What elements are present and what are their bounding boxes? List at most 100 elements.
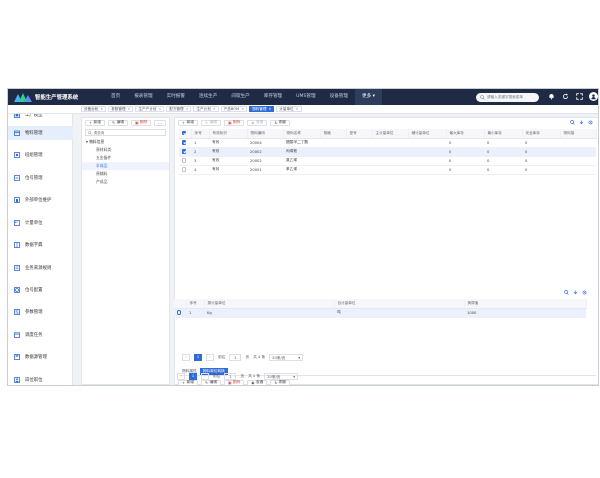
config-icon bbox=[14, 287, 20, 293]
download-icon[interactable] bbox=[579, 120, 584, 125]
tab-product-bom[interactable]: 产品BOM ✕ bbox=[220, 105, 248, 113]
tree-add-button[interactable]: + 新增 bbox=[85, 119, 105, 126]
tree-node[interactable]: 产成品 bbox=[82, 178, 169, 186]
add-material-button[interactable]: + 新增 bbox=[178, 119, 198, 126]
nav-equipment[interactable]: 设备管理 bbox=[323, 89, 355, 105]
tree-node[interactable]: 原辅料 bbox=[82, 170, 169, 178]
menu-search-input[interactable] bbox=[487, 95, 539, 99]
nav-reports[interactable]: 报表管理 bbox=[127, 89, 159, 105]
page-number[interactable]: 1 bbox=[189, 372, 197, 380]
materials-toolbar: + 新增 ✎ 编辑 ▣ 删除 ◉ 查看 ↻ 刷新 bbox=[175, 118, 598, 127]
edit-material-button[interactable]: ✎ 编辑 bbox=[200, 119, 221, 126]
sidebar-item-positions[interactable]: 岗位职位 bbox=[8, 373, 73, 385]
prev-page-button[interactable]: ‹ bbox=[177, 372, 185, 380]
tab-recipes[interactable]: 配方管理 ✕ bbox=[166, 105, 192, 113]
sidebar-item-external-units[interactable]: 外部单位维护 bbox=[8, 193, 73, 207]
sidebar-item-tags[interactable]: 位号管理 bbox=[8, 171, 73, 185]
tree-search-input[interactable] bbox=[93, 130, 164, 135]
settings-icon[interactable] bbox=[582, 290, 587, 295]
table-row[interactable]: 4 有效 20001 苯乙烯 0 0 0 bbox=[179, 165, 596, 175]
tree-node[interactable]: 半成品 bbox=[82, 162, 169, 170]
row-checkbox[interactable] bbox=[179, 147, 191, 157]
nav-more[interactable]: 更多 ▾ bbox=[354, 89, 382, 105]
tab-materials[interactable]: 物料管理 ✕ bbox=[249, 105, 275, 113]
row-spec bbox=[320, 165, 346, 175]
table-header-row: 序号 源计量单位 目计量单位 换算值 bbox=[174, 299, 587, 309]
row-code: 20004 bbox=[247, 138, 283, 148]
nav-continuous-production[interactable]: 连续生产 bbox=[192, 89, 224, 105]
download-icon[interactable] bbox=[573, 290, 578, 295]
tree-search[interactable] bbox=[85, 129, 166, 136]
settings-icon[interactable] bbox=[588, 120, 593, 125]
row-checkbox[interactable] bbox=[179, 165, 191, 175]
nav-alarms[interactable]: 实时报警 bbox=[160, 89, 192, 105]
row-checkbox[interactable] bbox=[179, 138, 191, 148]
close-icon[interactable]: ✕ bbox=[100, 107, 103, 111]
view-material-button[interactable]: ◉ 查看 bbox=[247, 119, 268, 126]
tree-edit-button[interactable]: ✎ 编辑 bbox=[107, 119, 128, 126]
sidebar-item-materials[interactable]: 物料管理 bbox=[8, 126, 73, 140]
tree-root[interactable]: ▾ 物料信息 bbox=[82, 138, 169, 146]
tab-units[interactable]: 计量单位 ✕ bbox=[276, 105, 302, 113]
sidebar-item-units[interactable]: 计量单位 bbox=[8, 216, 73, 230]
close-icon[interactable]: ✕ bbox=[158, 107, 161, 111]
sidebar-item-dictionary[interactable]: 数据字典 bbox=[8, 238, 73, 252]
close-icon[interactable]: ✕ bbox=[296, 107, 299, 111]
search-icon[interactable] bbox=[564, 290, 569, 295]
materials-table: 序号 有效标识 物料编码 物料名称 规格 型号 主计量单位 辅计量单位 最大库存… bbox=[179, 129, 597, 175]
row-safety-stock: 0 bbox=[522, 156, 560, 166]
sidebar-item-teams[interactable]: 班组管理 bbox=[8, 148, 73, 162]
tab-production-plan-a[interactable]: 生产产计划 ✕ bbox=[135, 105, 165, 113]
tab-production-plan[interactable]: 生产计划 ✕ bbox=[193, 105, 219, 113]
delete-material-button[interactable]: ▣ 删除 bbox=[223, 119, 245, 126]
row-status: 有效 bbox=[209, 156, 247, 166]
refresh-icon[interactable] bbox=[561, 92, 570, 101]
fullscreen-icon[interactable] bbox=[575, 92, 584, 101]
close-icon[interactable]: ✕ bbox=[128, 107, 131, 111]
sliders-icon bbox=[14, 309, 20, 315]
menu-search[interactable] bbox=[476, 92, 539, 102]
tab-parameters[interactable]: 参数管理 ✕ bbox=[108, 105, 134, 113]
database-icon bbox=[14, 354, 20, 360]
nav-inventory[interactable]: 库存管理 bbox=[257, 89, 289, 105]
edit-icon: ✎ bbox=[111, 120, 116, 125]
sidebar-item-label: 调度任务 bbox=[25, 333, 43, 338]
close-icon[interactable]: ✕ bbox=[186, 107, 189, 111]
nav-batch-production[interactable]: 间歇生产 bbox=[224, 89, 256, 105]
tree-delete-button[interactable]: ▣ 删除 bbox=[130, 119, 152, 126]
row-checkbox[interactable] bbox=[179, 156, 191, 166]
page-size-select[interactable]: 20条/页 ▾ bbox=[264, 372, 299, 380]
table-row[interactable]: 3 有效 20002 氯乙烯 0 0 0 bbox=[179, 156, 596, 166]
column-header: 最小库存 bbox=[484, 129, 523, 139]
close-icon[interactable]: ✕ bbox=[268, 107, 271, 111]
select-all-checkbox[interactable] bbox=[179, 129, 192, 139]
tab-equipment-ledger[interactable]: 设备台帐 ✕ bbox=[81, 105, 107, 113]
nav-home[interactable]: 首页 bbox=[104, 89, 127, 105]
bell-icon[interactable] bbox=[547, 92, 556, 101]
building-icon bbox=[14, 197, 20, 203]
avatar[interactable] bbox=[589, 92, 598, 101]
row-radio[interactable] bbox=[174, 308, 186, 318]
tree-node[interactable]: 五金备件 bbox=[82, 154, 169, 162]
row-name: 醋酸甲二丁酯 bbox=[283, 138, 320, 148]
column-header: 换算值 bbox=[464, 299, 587, 309]
sidebar-item-label: 班组管理 bbox=[25, 153, 43, 158]
search-icon[interactable] bbox=[570, 119, 575, 125]
table-row[interactable]: 1 Kg 吨 1000 bbox=[174, 308, 586, 318]
sidebar-item-scheduler[interactable]: 调度任务 bbox=[8, 328, 73, 342]
sidebar-item-label: 数据字典 bbox=[25, 243, 43, 248]
close-icon[interactable]: ✕ bbox=[213, 107, 216, 111]
sidebar-item-data-sources[interactable]: 数据源管理 bbox=[8, 350, 73, 364]
next-page-button[interactable]: › bbox=[201, 372, 209, 380]
sidebar-item-business-rules[interactable]: 业务来源规则 bbox=[8, 261, 73, 275]
table-row[interactable]: 2 有效 20002 丙烯氰 0 0 0 bbox=[179, 147, 596, 157]
tree-more-button[interactable]: ... bbox=[154, 119, 166, 126]
table-row[interactable]: 1 有效 20004 醋酸甲二丁酯 0 0 0 bbox=[179, 138, 596, 148]
tree-node[interactable]: 原材料类 bbox=[82, 146, 169, 154]
goto-page-input[interactable]: 1 bbox=[224, 372, 237, 380]
nav-ums[interactable]: UMS管理 bbox=[289, 89, 322, 105]
sidebar-item-parameters[interactable]: 参数管理 bbox=[8, 305, 73, 319]
sidebar-item-tag-config[interactable]: 位号配置 bbox=[8, 283, 73, 297]
refresh-materials-button[interactable]: ↻ 刷新 bbox=[270, 119, 291, 126]
close-icon[interactable]: ✕ bbox=[241, 107, 244, 111]
